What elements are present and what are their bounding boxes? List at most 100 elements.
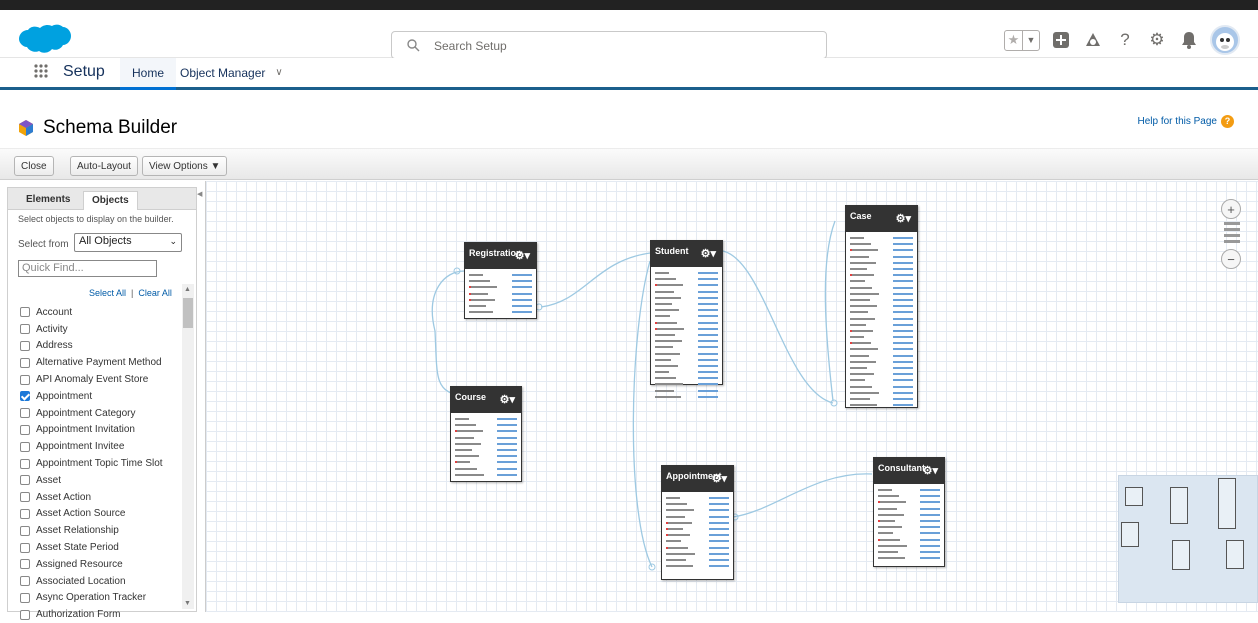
object-checkbox[interactable]	[20, 307, 30, 318]
field-row[interactable]	[666, 563, 729, 569]
object-checkbox[interactable]	[20, 542, 30, 553]
object-checkbox[interactable]	[20, 357, 30, 368]
zoom-out-icon[interactable]: −	[1221, 249, 1241, 269]
sidebar-scrollbar[interactable]: ▲ ▼	[182, 284, 194, 609]
tab-object-manager[interactable]: Object Manager ∨	[168, 58, 295, 87]
list-item[interactable]: Asset	[20, 472, 180, 489]
list-item[interactable]: Authorization Form	[20, 606, 180, 623]
field-row[interactable]	[655, 394, 718, 400]
trailhead-icon[interactable]	[1082, 29, 1104, 51]
zoom-control[interactable]: + −	[1221, 199, 1243, 289]
schema-object-course[interactable]: Course ⚙▾	[450, 386, 522, 482]
zoom-level-bar[interactable]	[1224, 222, 1240, 225]
close-button[interactable]: Close	[14, 156, 54, 176]
salesforce-logo[interactable]	[18, 24, 72, 62]
gear-icon[interactable]: ⚙▾	[896, 212, 911, 225]
list-item[interactable]: Appointment Invitation	[20, 422, 180, 439]
object-checkbox[interactable]	[20, 576, 30, 587]
scroll-down-icon[interactable]: ▼	[184, 600, 191, 607]
search-input[interactable]: Search Setup	[391, 31, 827, 59]
help-icon[interactable]: ?	[1114, 29, 1136, 51]
object-header[interactable]: Consultant ⚙▾	[874, 458, 944, 484]
list-item[interactable]: Activity	[20, 321, 180, 338]
object-checkbox[interactable]	[20, 374, 30, 385]
schema-object-student[interactable]: Student ⚙▾	[650, 240, 723, 398]
clear-all-link[interactable]: Clear All	[138, 288, 172, 298]
object-checkbox[interactable]	[20, 391, 30, 402]
object-checkbox[interactable]	[20, 525, 30, 536]
schema-object-registration[interactable]: Registration ⚙▾	[464, 242, 537, 319]
zoom-level-bar[interactable]	[1224, 240, 1240, 243]
object-header[interactable]: Case ⚙▾	[846, 206, 917, 232]
list-item[interactable]: Associated Location	[20, 573, 180, 590]
object-checkbox[interactable]	[20, 340, 30, 351]
list-item[interactable]: Assigned Resource	[20, 556, 180, 573]
object-checkbox[interactable]	[20, 324, 30, 335]
gear-icon[interactable]: ⚙	[1146, 29, 1168, 51]
list-item[interactable]: Asset Action	[20, 489, 180, 506]
tab-objects[interactable]: Objects	[83, 191, 138, 210]
object-checkbox[interactable]	[20, 592, 30, 603]
app-launcher-icon[interactable]	[33, 63, 49, 79]
list-item[interactable]: Async Operation Tracker	[20, 590, 180, 607]
scroll-thumb[interactable]	[183, 298, 193, 328]
zoom-level-bar[interactable]	[1224, 228, 1240, 231]
add-icon[interactable]	[1050, 29, 1072, 51]
list-item[interactable]: Asset Action Source	[20, 506, 180, 523]
favorites-button[interactable]: ★ ▼	[1004, 29, 1040, 51]
object-checkbox[interactable]	[20, 458, 30, 469]
list-item[interactable]: Account	[20, 304, 180, 321]
object-header[interactable]: Course ⚙▾	[451, 387, 521, 413]
select-from-dropdown[interactable]: All Objects ⌄	[74, 233, 182, 252]
field-row[interactable]	[455, 472, 517, 478]
avatar[interactable]	[1210, 25, 1240, 55]
object-checkbox[interactable]	[20, 424, 30, 435]
list-item[interactable]: Appointment	[20, 388, 180, 405]
list-item[interactable]: Alternative Payment Method	[20, 354, 180, 371]
select-all-link[interactable]: Select All	[89, 288, 126, 298]
field-type	[893, 243, 913, 246]
object-checkbox[interactable]	[20, 609, 30, 620]
list-item[interactable]: API Anomaly Event Store	[20, 371, 180, 388]
scroll-up-icon[interactable]: ▲	[184, 286, 191, 293]
list-item[interactable]: Asset Relationship	[20, 522, 180, 539]
object-checkbox[interactable]	[20, 508, 30, 519]
list-item[interactable]: Appointment Category	[20, 405, 180, 422]
collapse-sidebar-icon[interactable]: ◀	[197, 190, 204, 212]
object-checkbox[interactable]	[20, 408, 30, 419]
list-item[interactable]: Appointment Invitee	[20, 438, 180, 455]
object-header[interactable]: Appointment ⚙▾	[662, 466, 733, 492]
gear-icon[interactable]: ⚙▾	[500, 393, 515, 406]
object-checkbox[interactable]	[20, 559, 30, 570]
list-item[interactable]: Appointment Topic Time Slot	[20, 455, 180, 472]
quick-find-input[interactable]: Quick Find...	[18, 260, 157, 277]
tab-elements[interactable]: Elements	[18, 191, 78, 210]
list-item[interactable]: Address	[20, 338, 180, 355]
field-row[interactable]	[469, 309, 532, 315]
gear-icon[interactable]: ⚙▾	[515, 249, 530, 262]
gear-icon[interactable]: ⚙▾	[712, 472, 727, 485]
field-type	[893, 342, 913, 345]
object-checkbox[interactable]	[20, 441, 30, 452]
auto-layout-button[interactable]: Auto-Layout	[70, 156, 138, 176]
help-link[interactable]: Help for this Page?	[1138, 115, 1234, 128]
gear-icon[interactable]: ⚙▾	[701, 247, 716, 260]
list-item[interactable]: Asset State Period	[20, 539, 180, 556]
field-row[interactable]	[878, 555, 940, 561]
object-checkbox[interactable]	[20, 492, 30, 503]
gear-icon[interactable]: ⚙▾	[923, 464, 938, 477]
view-options-button[interactable]: View Options ▼	[142, 156, 228, 176]
object-checkbox[interactable]	[20, 475, 30, 486]
schema-object-consultant[interactable]: Consultant ⚙▾	[873, 457, 945, 567]
schema-object-case[interactable]: Case ⚙▾	[845, 205, 918, 408]
bell-icon[interactable]	[1178, 29, 1200, 51]
field-row[interactable]	[850, 402, 913, 408]
zoom-in-icon[interactable]: +	[1221, 199, 1241, 219]
minimap[interactable]	[1118, 475, 1258, 603]
object-header[interactable]: Student ⚙▾	[651, 241, 722, 267]
field-name	[850, 379, 865, 382]
chevron-down-icon[interactable]: ∨	[275, 67, 282, 78]
object-header[interactable]: Registration ⚙▾	[465, 243, 536, 269]
zoom-level-bar[interactable]	[1224, 234, 1240, 237]
schema-object-appointment[interactable]: Appointment ⚙▾	[661, 465, 734, 580]
